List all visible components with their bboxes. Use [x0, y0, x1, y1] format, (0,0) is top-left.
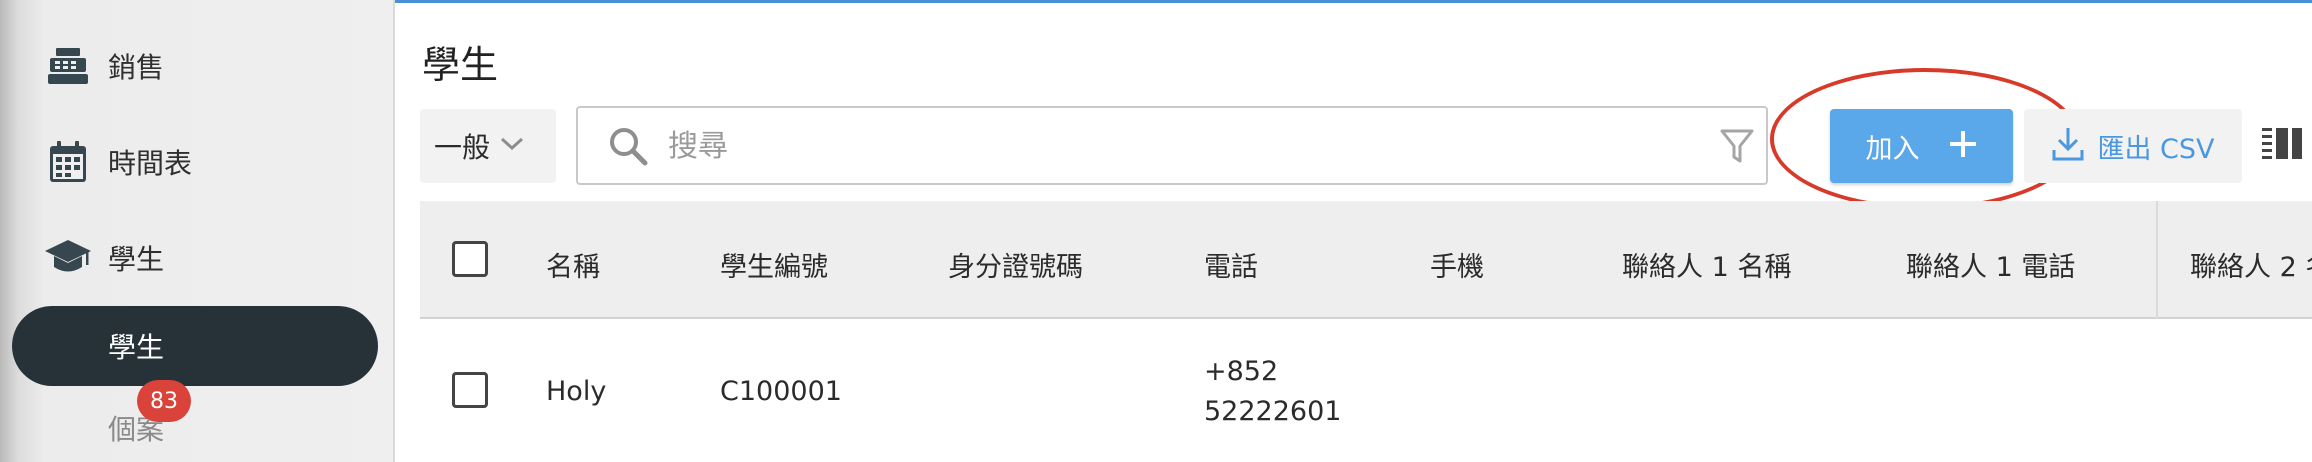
top-accent-line	[395, 0, 2312, 3]
select-all-checkbox[interactable]	[452, 241, 488, 277]
export-csv-button[interactable]: 匯出 CSV	[2024, 109, 2242, 183]
column-header-contact2-name[interactable]: 聯絡人 2 名	[2190, 245, 2312, 284]
table-header: 名稱 學生編號 身分證號碼 電話 手機 聯絡人 1 名稱 聯絡人 1 電話 聯絡…	[420, 201, 2312, 319]
scope-select[interactable]: 一般	[420, 109, 556, 183]
export-csv-label: 匯出 CSV	[2097, 133, 2215, 165]
calendar-icon	[44, 138, 92, 186]
search-input[interactable]	[668, 124, 1668, 168]
sidebar-item-label: 銷售	[108, 51, 165, 84]
search-box[interactable]	[576, 106, 1768, 185]
column-header-phone[interactable]: 電話	[1204, 245, 1258, 284]
filter-icon[interactable]	[1720, 128, 1754, 168]
sidebar-item-students[interactable]: 學生	[44, 228, 164, 288]
page-title: 學生	[422, 43, 499, 87]
columns-icon[interactable]	[2262, 126, 2302, 164]
cell-phone-line2: 52222601	[1204, 396, 1342, 427]
sidebar-item-schedule[interactable]: 時間表	[44, 132, 192, 192]
sidebar-item-label: 學生	[108, 243, 165, 276]
cash-register-icon	[44, 42, 92, 90]
sidebar-subitem-label: 學生	[108, 331, 165, 364]
sidebar: 銷售 時間表 學生 學生 個案 83	[0, 0, 395, 462]
table-row[interactable]: Holy C100001 +852 52222601	[420, 320, 2312, 462]
column-divider	[2156, 201, 2158, 319]
cell-student-id: C100001	[720, 376, 842, 407]
graduation-cap-icon	[44, 234, 92, 282]
row-checkbox[interactable]	[452, 372, 488, 408]
column-header-contact1-name[interactable]: 聯絡人 1 名稱	[1622, 245, 1791, 284]
sidebar-subitem-students[interactable]: 學生	[12, 306, 378, 386]
download-icon	[2051, 126, 2085, 166]
cell-name: Holy	[546, 376, 607, 407]
column-header-contact1-phone[interactable]: 聯絡人 1 電話	[1906, 245, 2075, 284]
sidebar-item-label: 時間表	[108, 147, 193, 180]
column-header-id-number[interactable]: 身分證號碼	[948, 245, 1083, 284]
column-header-name[interactable]: 名稱	[546, 245, 600, 284]
scope-select-value: 一般	[434, 131, 491, 164]
sidebar-item-sales[interactable]: 銷售	[44, 36, 164, 96]
notification-badge: 83	[137, 380, 191, 422]
cell-phone-line1: +852	[1204, 356, 1279, 387]
column-header-mobile[interactable]: 手機	[1430, 245, 1484, 284]
search-icon	[608, 126, 648, 170]
chevron-down-icon	[500, 136, 524, 156]
column-header-student-id[interactable]: 學生編號	[720, 245, 828, 284]
